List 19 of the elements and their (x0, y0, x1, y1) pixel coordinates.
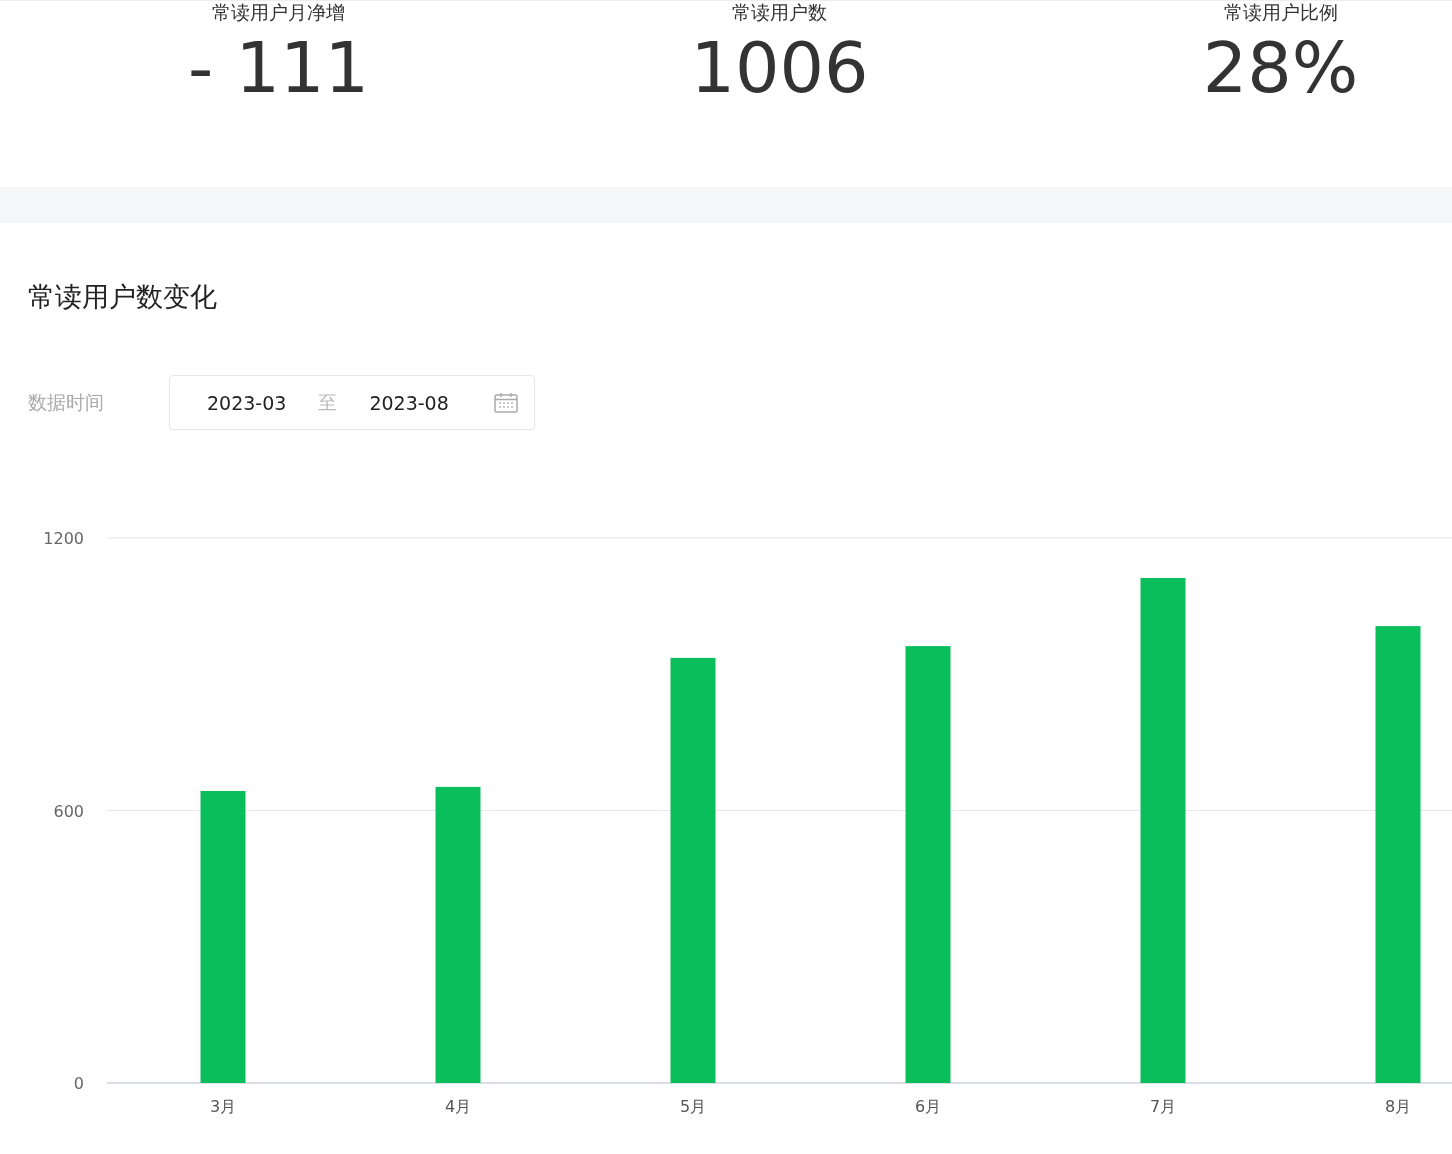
axis-tick-label: 600 (53, 801, 84, 821)
stat-value: 1006 (690, 26, 869, 111)
stat-label: 常读用户比例 (1223, 1, 1338, 23)
axis-category-label: 6月 (914, 1097, 942, 1116)
axis-category-label: 8月 (1384, 1097, 1412, 1116)
stat-value: 28% (1202, 26, 1359, 111)
date-range-picker[interactable]: 2023-03 至 2023-08 (169, 375, 535, 430)
axis-category-label: 7月 (1149, 1097, 1177, 1116)
axis-category-label: 5月 (679, 1097, 707, 1116)
axis-tick-label: 0 (73, 1074, 84, 1093)
stat-label: 常读用户月净增 (212, 1, 345, 23)
axis-category-label: 4月 (444, 1097, 472, 1116)
filter-label: 数据时间 (28, 389, 105, 415)
stat-label: 常读用户数 (732, 1, 827, 23)
axis-tick-label: 1200 (43, 529, 84, 548)
section-title: 常读用户数变化 (28, 280, 217, 314)
axis-category-label: 3月 (209, 1097, 237, 1116)
calendar-icon (494, 392, 518, 413)
stat-value: - 111 (187, 26, 370, 111)
